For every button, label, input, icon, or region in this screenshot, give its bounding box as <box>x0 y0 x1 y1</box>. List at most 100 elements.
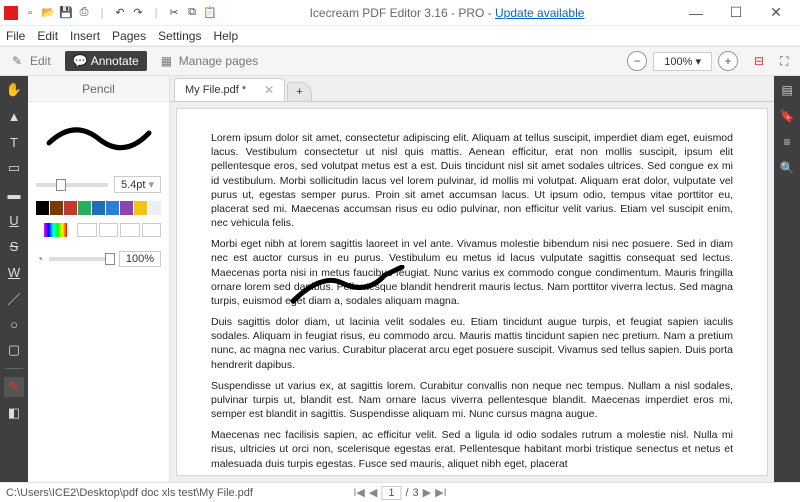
color-swatch[interactable] <box>120 201 133 215</box>
tab-close-icon[interactable]: ✕ <box>264 83 274 97</box>
manage-pages-button[interactable]: ▦ Manage pages <box>153 51 266 71</box>
zoom-out-button[interactable]: − <box>627 51 647 71</box>
menu-help[interactable]: Help <box>213 29 238 43</box>
menu-insert[interactable]: Insert <box>70 29 100 43</box>
paragraph: Duis sagittis dolor diam, ut lacinia vel… <box>211 315 733 372</box>
prev-page-button[interactable]: ◀ <box>369 486 377 499</box>
attachments-icon[interactable]: ≡ <box>779 134 795 150</box>
circle-tool[interactable]: ○ <box>4 314 24 334</box>
color-swatch[interactable] <box>148 201 161 215</box>
sep: | <box>94 5 110 21</box>
thumbnails-icon[interactable]: ▤ <box>779 82 795 98</box>
pattern-row <box>28 219 169 241</box>
paragraph: Suspendisse ut varius ex, at sagittis lo… <box>211 379 733 422</box>
pencil-tool[interactable]: ✎ <box>4 377 24 397</box>
color-swatch[interactable] <box>92 201 105 215</box>
fullscreen-icon[interactable]: ⛶ <box>780 54 796 69</box>
rect-tool[interactable]: ▢ <box>4 340 24 360</box>
opacity-slider[interactable] <box>49 257 113 261</box>
copy-icon[interactable]: ⧉ <box>184 5 200 21</box>
last-page-button[interactable]: ▶I <box>435 486 447 499</box>
add-tab-button[interactable]: + <box>287 82 311 101</box>
menu-file[interactable]: File <box>6 29 25 43</box>
opacity-value[interactable]: 100% <box>119 251 161 267</box>
undo-icon[interactable]: ↶ <box>112 5 128 21</box>
paragraph: Lorem ipsum dolor sit amet, consectetur … <box>211 131 733 230</box>
stroke-value[interactable]: 5.4pt▾ <box>114 176 161 193</box>
color-picker-icon[interactable] <box>44 223 67 237</box>
grid-icon: ▦ <box>161 54 175 68</box>
color-swatch[interactable] <box>78 201 91 215</box>
annotate-mode-button[interactable]: 💬 Annotate <box>65 51 147 71</box>
panel-title: Pencil <box>28 76 169 102</box>
menu-pages[interactable]: Pages <box>112 29 146 43</box>
pattern-swatch[interactable] <box>77 223 96 237</box>
main-area: ✋ ▲ T ▭ ▬ U S W ／ ○ ▢ ✎ ◧ Pencil 5.4pt▾ <box>0 76 800 482</box>
update-link[interactable]: Update available <box>495 6 584 20</box>
split-view-icon[interactable]: ⊟ <box>754 54 770 69</box>
properties-panel: Pencil 5.4pt▾ ◔ 10 <box>28 76 170 482</box>
hand-tool[interactable]: ✋ <box>4 80 24 100</box>
title-bar: ▫ 📂 💾 ⎙ | ↶ ↷ | ✂ ⧉ 📋 Icecream PDF Edito… <box>0 0 800 26</box>
color-swatches <box>28 197 169 219</box>
color-swatch[interactable] <box>64 201 77 215</box>
text-tool[interactable]: T <box>4 132 24 152</box>
eraser-tool[interactable]: ◧ <box>4 403 24 423</box>
color-swatch[interactable] <box>36 201 49 215</box>
bookmark-icon[interactable]: 🔖 <box>779 108 795 124</box>
tool-strip: ✋ ▲ T ▭ ▬ U S W ／ ○ ▢ ✎ ◧ <box>0 76 28 482</box>
right-strip: ▤ 🔖 ≡ 🔍 <box>774 76 800 482</box>
speech-icon: 💬 <box>73 54 87 68</box>
print-icon[interactable]: ⎙ <box>76 5 92 21</box>
zoom-level[interactable]: 100% ▾ <box>653 52 712 71</box>
pencil-icon: ✎ <box>12 54 26 68</box>
pattern-swatch[interactable] <box>120 223 139 237</box>
paste-icon[interactable]: 📋 <box>202 5 218 21</box>
status-bar: C:\Users\ICE2\Desktop\pdf doc xls test\M… <box>0 482 800 502</box>
color-swatch[interactable] <box>134 201 147 215</box>
document-area: My File.pdf * ✕ + Lorem ipsum dolor sit … <box>170 76 774 482</box>
maximize-button[interactable]: ☐ <box>716 4 756 21</box>
page-total: 3 <box>413 487 419 499</box>
edit-mode-button[interactable]: ✎ Edit <box>4 51 59 71</box>
pattern-swatch[interactable] <box>142 223 161 237</box>
minimize-button[interactable]: — <box>676 5 716 21</box>
strikeout-tool[interactable]: S <box>4 236 24 256</box>
file-tab[interactable]: My File.pdf * ✕ <box>174 78 285 101</box>
menu-edit[interactable]: Edit <box>37 29 58 43</box>
new-icon[interactable]: ▫ <box>22 5 38 21</box>
open-icon[interactable]: 📂 <box>40 5 56 21</box>
close-button[interactable]: ✕ <box>756 4 796 21</box>
stroke-slider[interactable] <box>36 183 108 187</box>
underline-tool[interactable]: U <box>4 210 24 230</box>
highlight-tool[interactable]: ▬ <box>4 184 24 204</box>
first-page-button[interactable]: I◀ <box>353 486 365 499</box>
stroke-width-row: 5.4pt▾ <box>28 172 169 197</box>
window-title: Icecream PDF Editor 3.16 - PRO - Update … <box>310 6 585 20</box>
select-tool[interactable]: ▲ <box>4 106 24 126</box>
mode-toolbar: ✎ Edit 💬 Annotate ▦ Manage pages − 100% … <box>0 46 800 76</box>
next-page-button[interactable]: ▶ <box>423 486 431 499</box>
paragraph: Morbi eget nibh at lorem sagittis laoree… <box>211 237 733 308</box>
search-icon[interactable]: 🔍 <box>779 160 795 176</box>
pattern-swatch[interactable] <box>99 223 118 237</box>
save-icon[interactable]: 💾 <box>58 5 74 21</box>
page-content: Lorem ipsum dolor sit amet, consectetur … <box>177 109 767 476</box>
menu-bar: File Edit Insert Pages Settings Help <box>0 26 800 46</box>
redo-icon[interactable]: ↷ <box>130 5 146 21</box>
paragraph: Maecenas nec facilisis sapien, ac effici… <box>211 428 733 471</box>
color-swatch[interactable] <box>106 201 119 215</box>
tool-sep <box>5 368 23 369</box>
page-current-input[interactable]: 1 <box>381 486 401 500</box>
note-tool[interactable]: ▭ <box>4 158 24 178</box>
color-swatch[interactable] <box>50 201 63 215</box>
page-view[interactable]: Lorem ipsum dolor sit amet, consectetur … <box>176 108 768 476</box>
stroke-preview <box>28 102 169 172</box>
cut-icon[interactable]: ✂ <box>166 5 182 21</box>
zoom-in-button[interactable]: + <box>718 51 738 71</box>
line-tool[interactable]: ／ <box>4 288 24 308</box>
menu-settings[interactable]: Settings <box>158 29 201 43</box>
tab-label: My File.pdf * <box>185 84 246 96</box>
sep: | <box>148 5 164 21</box>
wavy-tool[interactable]: W <box>4 262 24 282</box>
